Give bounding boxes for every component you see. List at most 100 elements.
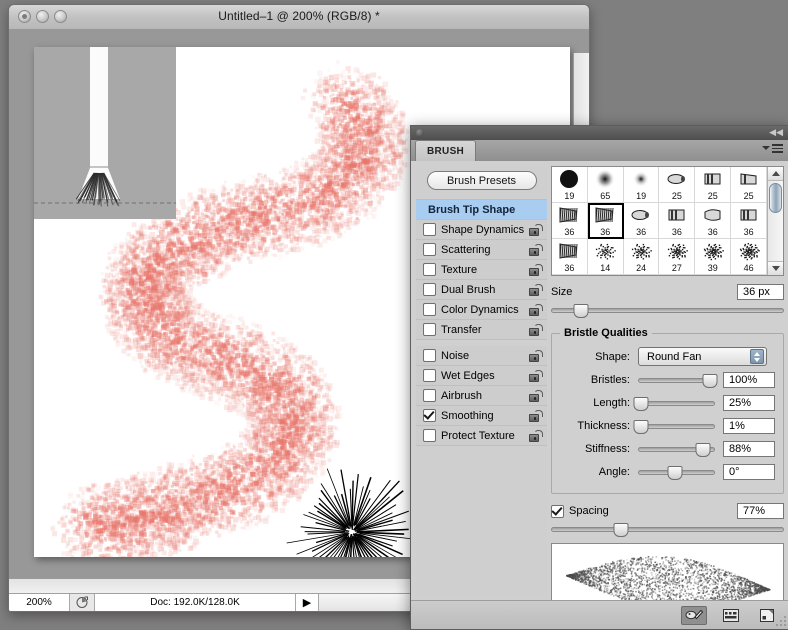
bristle-row-slider[interactable] [638, 465, 715, 480]
brush-preset-cell[interactable]: 46 [731, 239, 767, 275]
brush-preset-cell[interactable]: 36 [731, 203, 767, 239]
bristle-row-value[interactable]: 88% [723, 440, 775, 457]
zoom-level-field[interactable]: 200% [9, 594, 70, 611]
lock-open-icon[interactable] [529, 283, 543, 296]
brush-option-color-dynamics[interactable]: Color Dynamics [416, 300, 547, 320]
bristle-row-value[interactable]: 0° [723, 463, 775, 480]
bristle-row-slider[interactable] [638, 442, 715, 457]
brush-option-transfer[interactable]: Transfer [416, 320, 547, 340]
option-checkbox[interactable] [423, 389, 436, 402]
option-checkbox[interactable] [423, 243, 436, 256]
document-size-icon[interactable] [70, 594, 95, 611]
bristle-row-value[interactable]: 25% [723, 394, 775, 411]
option-checkbox[interactable] [423, 283, 436, 296]
brush-preset-cell[interactable]: 14 [587, 239, 624, 275]
lock-open-icon[interactable] [529, 369, 543, 382]
bristle-row-slider[interactable] [633, 419, 715, 434]
brush-preset-cell[interactable]: 19 [552, 167, 588, 203]
status-menu-arrow-icon[interactable]: ▶ [296, 594, 319, 611]
size-slider[interactable] [551, 303, 784, 318]
bristle-sliders: Bristles: 100% Length: 25% Thickness: 1% Stiff… [560, 369, 775, 482]
tab-brush[interactable]: BRUSH [415, 140, 477, 161]
brush-option-texture[interactable]: Texture [416, 260, 547, 280]
tab-brush-label: BRUSH [427, 145, 465, 157]
brush-grid-view-icon[interactable] [719, 607, 743, 624]
size-value-field[interactable]: 36 px [737, 284, 784, 300]
scroll-up-icon[interactable] [768, 167, 783, 181]
document-titlebar[interactable]: Untitled–1 @ 200% (RGB/8) * [9, 5, 589, 30]
lock-open-icon[interactable] [529, 223, 543, 236]
bristle-row-slider[interactable] [633, 396, 715, 411]
bristle-row-stiffness: Stiffness: 88% [560, 438, 775, 459]
spacing-slider[interactable] [551, 522, 784, 537]
brush-option-wet-edges[interactable]: Wet Edges [416, 366, 547, 386]
brush-preset-cell[interactable]: 39 [695, 239, 732, 275]
brush-preset-cell[interactable]: 36 [552, 239, 588, 275]
brush-preset-cell[interactable]: 25 [659, 167, 696, 203]
lock-open-icon[interactable] [529, 349, 543, 362]
option-label: Airbrush [441, 389, 482, 402]
brush-preset-cell[interactable]: 25 [695, 167, 732, 203]
lock-open-icon[interactable] [529, 389, 543, 402]
option-checkbox[interactable] [423, 369, 436, 382]
brush-palette-toggle-icon[interactable] [681, 605, 707, 625]
bristle-row-slider[interactable] [638, 373, 718, 388]
shape-dropdown[interactable]: Round Fan [638, 347, 767, 366]
brush-option-smoothing[interactable]: Smoothing [416, 406, 547, 426]
option-checkbox[interactable] [423, 349, 436, 362]
panel-menu-icon[interactable] [762, 144, 783, 153]
brush-option-brush-tip-shape[interactable]: Brush Tip Shape [416, 200, 547, 220]
brush-preset-cell[interactable]: 65 [587, 167, 624, 203]
spatter-medium-icon [628, 240, 654, 262]
option-checkbox[interactable] [423, 303, 436, 316]
bristle-row-value[interactable]: 1% [723, 417, 775, 434]
option-checkbox[interactable] [423, 429, 436, 442]
bristle-row-value[interactable]: 100% [723, 371, 775, 388]
brush-grid-scrollbar[interactable] [767, 167, 783, 275]
brush-preset-cell[interactable]: 24 [623, 239, 660, 275]
slider-thumb[interactable] [695, 442, 711, 457]
spacing-checkbox[interactable] [551, 504, 564, 518]
lock-open-icon[interactable] [529, 409, 543, 422]
size-slider-thumb[interactable] [573, 304, 589, 318]
option-checkbox[interactable] [423, 223, 436, 236]
brush-option-scattering[interactable]: Scattering [416, 240, 547, 260]
brush-preset-cell[interactable]: 36 [552, 203, 588, 239]
slider-thumb[interactable] [667, 465, 683, 480]
option-checkbox[interactable] [423, 323, 436, 336]
lock-open-icon[interactable] [529, 243, 543, 256]
shape-dropdown-value: Round Fan [647, 350, 702, 363]
brush-preset-cell[interactable]: 36 [695, 203, 732, 239]
spacing-slider-thumb[interactable] [613, 523, 629, 537]
scroll-down-icon[interactable] [768, 261, 783, 275]
lock-open-icon[interactable] [529, 263, 543, 276]
brush-preset-grid[interactable]: 19 65 19 25 25 25 36 36 36 36 36 36 36 14 24 27 39 46 [552, 167, 767, 275]
lock-open-icon[interactable] [529, 303, 543, 316]
lock-open-icon[interactable] [529, 429, 543, 442]
brush-preset-cell[interactable]: 36 [587, 203, 624, 239]
brush-option-shape-dynamics[interactable]: Shape Dynamics [416, 220, 547, 240]
brush-preset-cell[interactable]: 27 [659, 239, 696, 275]
spacing-value-field[interactable]: 77% [737, 503, 784, 519]
slider-thumb[interactable] [633, 419, 649, 434]
brush-preset-size: 46 [743, 263, 754, 273]
slider-thumb[interactable] [702, 373, 718, 388]
brush-option-airbrush[interactable]: Airbrush [416, 386, 547, 406]
panel-resize-grip[interactable] [775, 615, 787, 627]
option-checkbox[interactable] [423, 263, 436, 276]
lock-open-icon[interactable] [529, 323, 543, 336]
brush-preset-cell[interactable]: 36 [659, 203, 696, 239]
brush-option-noise[interactable]: Noise [416, 346, 547, 366]
option-checkbox[interactable] [423, 409, 436, 422]
brush-option-dual-brush[interactable]: Dual Brush [416, 280, 547, 300]
slider-thumb[interactable] [633, 396, 649, 411]
double-chevron-collapse-icon[interactable]: ◀◀ [769, 128, 783, 137]
brush-presets-button[interactable]: Brush Presets [426, 171, 537, 190]
brush-option-protect-texture[interactable]: Protect Texture [416, 426, 547, 446]
brush-preset-cell[interactable]: 19 [623, 167, 660, 203]
stepper-arrows-icon[interactable] [750, 349, 764, 364]
brush-preset-cell[interactable]: 36 [623, 203, 660, 239]
brush-preset-cell[interactable]: 25 [731, 167, 767, 203]
scrollbar-thumb[interactable] [769, 183, 782, 213]
panel-drag-handle[interactable]: ◀◀ [411, 126, 788, 140]
